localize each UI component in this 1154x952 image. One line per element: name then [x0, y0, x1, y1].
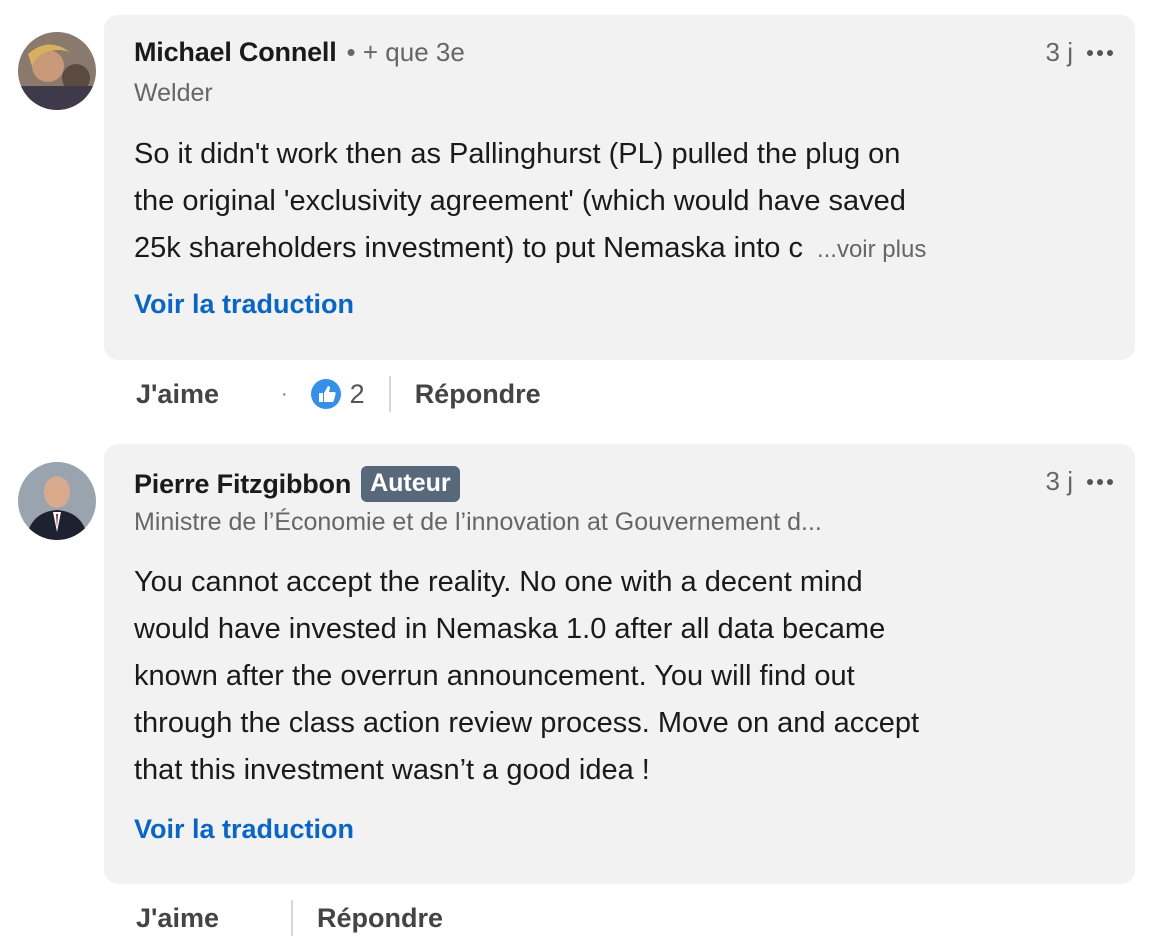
comment-text: So it didn't work then as Pallinghurst (…	[134, 131, 1094, 273]
comment-actions: J'aime Répondre	[136, 900, 443, 936]
comment-text: You cannot accept the reality. No one wi…	[134, 559, 1094, 794]
translate-link[interactable]: Voir la traduction	[134, 814, 354, 845]
comment-line: that this investment wasn’t a good idea …	[134, 754, 650, 786]
author-name[interactable]: Michael Connell	[134, 37, 337, 68]
timestamp: 3 j	[1045, 466, 1073, 496]
divider	[388, 376, 391, 412]
divider	[290, 900, 293, 936]
timestamp: 3 j	[1045, 37, 1073, 67]
reply-button[interactable]: Répondre	[317, 903, 443, 934]
comment-line: So it didn't work then as Pallinghurst (…	[134, 138, 901, 170]
avatar-photo	[18, 32, 96, 110]
comment-actions: J'aime · 2 Répondre	[136, 376, 541, 412]
separator-dot: ·	[280, 382, 288, 405]
like-reaction-icon[interactable]	[310, 378, 342, 410]
like-button[interactable]: J'aime	[136, 379, 219, 410]
author-headline: Welder	[134, 79, 213, 107]
connection-degree: • + que 3e	[346, 37, 465, 67]
avatar[interactable]	[18, 462, 96, 540]
translate-link[interactable]: Voir la traduction	[134, 289, 354, 320]
avatar-photo	[18, 462, 96, 540]
see-more-link[interactable]: ...voir plus	[817, 236, 926, 263]
comment-line: known after the overrun announcement. Yo…	[134, 660, 855, 692]
author-name[interactable]: Pierre Fitzgibbon	[134, 469, 351, 500]
comment-bubble: Michael Connell • + que 3e 3 j Welder So…	[104, 15, 1135, 360]
like-count[interactable]: 2	[350, 379, 365, 410]
comment-line: would have invested in Nemaska 1.0 after…	[134, 613, 886, 645]
author-headline: Ministre de l’Économie et de l’innovatio…	[134, 508, 822, 536]
comment-bubble: Pierre Fitzgibbon Auteur 3 j Ministre de…	[104, 444, 1135, 884]
avatar[interactable]	[18, 32, 96, 110]
comment-line-last: 25k shareholders investment) to put Nema…	[134, 225, 1094, 273]
comment-line: the original 'exclusivity agreement' (wh…	[134, 185, 906, 217]
more-options-icon[interactable]	[1087, 43, 1113, 63]
like-button[interactable]: J'aime	[136, 903, 219, 934]
comment-line: through the class action review process.…	[134, 707, 920, 739]
more-options-icon[interactable]	[1087, 472, 1113, 492]
comment-line: 25k shareholders investment) to put Nema…	[134, 232, 803, 264]
comment-line: You cannot accept the reality. No one wi…	[134, 566, 863, 598]
reply-button[interactable]: Répondre	[415, 379, 541, 410]
author-badge: Auteur	[361, 466, 460, 502]
